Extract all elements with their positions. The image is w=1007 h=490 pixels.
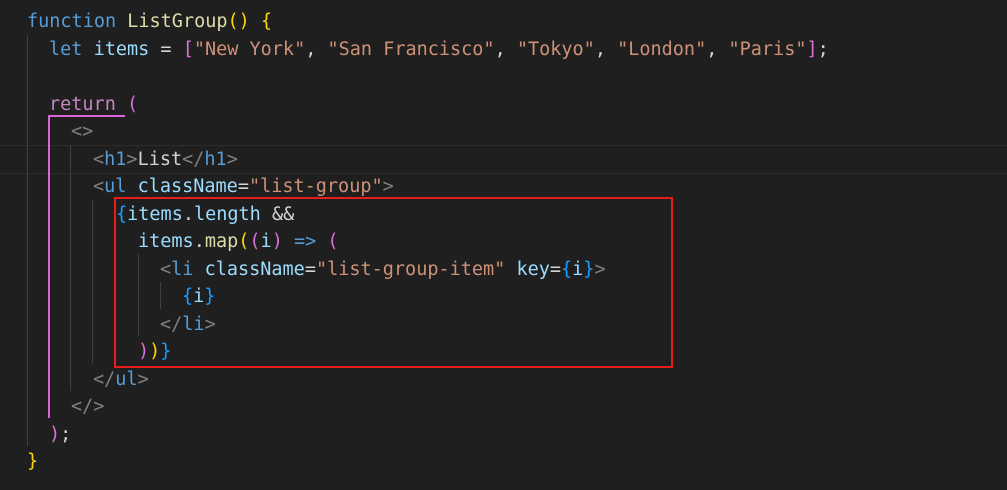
- tag-lt: <: [160, 258, 172, 280]
- jsx-expr-open: {: [182, 286, 194, 307]
- items-variable: items: [138, 231, 194, 252]
- code-line-16: );: [49, 421, 71, 448]
- tag-close-gt: >: [226, 148, 238, 170]
- attr-eq: =: [304, 258, 316, 280]
- comma: ,: [706, 38, 718, 60]
- arg-close-paren: ): [271, 231, 283, 252]
- tag-lt: <: [93, 176, 105, 197]
- tag-h1: h1: [104, 148, 127, 170]
- string-item-2: "San Francisco": [327, 38, 495, 60]
- body-close-paren: ): [138, 341, 150, 362]
- keyword-return: return: [49, 93, 116, 115]
- indent-guide-fragment: [70, 145, 71, 391]
- semicolon: ;: [817, 38, 829, 60]
- code-line-14: </ul>: [93, 366, 149, 393]
- tag-lt: <: [93, 148, 105, 170]
- fragment-open: <>: [71, 121, 94, 142]
- jsx-expr-open: {: [116, 203, 128, 225]
- tag-gt: >: [382, 176, 394, 197]
- fragment-close: </>: [71, 396, 105, 417]
- tag-close-lt: </: [93, 368, 116, 390]
- code-line-10: <li className="list-group-item" key={i}>: [160, 256, 606, 283]
- attr-key: key: [516, 258, 550, 280]
- code-line-6: <h1>List</h1>: [93, 146, 238, 173]
- code-line-13: ))}: [138, 338, 171, 365]
- code-line-9: items.map((i) => (: [138, 228, 339, 255]
- code-line-17: }: [27, 448, 38, 475]
- items-variable: items: [93, 38, 150, 60]
- tag-h1-close: h1: [204, 148, 227, 170]
- tag-li: li: [171, 258, 194, 280]
- attr-classname: className: [204, 258, 305, 280]
- dot: .: [193, 231, 205, 252]
- code-editor[interactable]: function ListGroup() { let items = ["New…: [0, 0, 1007, 490]
- assign-op: =: [160, 38, 172, 60]
- function-name: ListGroup: [127, 11, 228, 32]
- code-line-1: function ListGroup() {: [27, 8, 272, 35]
- open-brace: {: [260, 11, 273, 32]
- keyword-function: function: [27, 11, 117, 32]
- code-line-4: return (: [49, 91, 138, 118]
- dot: .: [182, 203, 194, 225]
- comma: ,: [594, 38, 606, 60]
- arg-open-paren: (: [249, 231, 261, 252]
- heading-text: List: [137, 148, 183, 170]
- tag-ul: ul: [104, 176, 127, 197]
- code-line-7: <ul className="list-group">: [93, 173, 394, 200]
- tag-close-gt: >: [137, 368, 149, 390]
- code-line-8: {items.length &&: [116, 201, 294, 228]
- code-line-12: </li>: [160, 311, 216, 338]
- string-item-1: "New York": [193, 38, 306, 60]
- array-close: ]: [806, 38, 818, 60]
- tag-close-gt: >: [204, 313, 216, 335]
- return-close-paren: ): [49, 423, 61, 445]
- attr-classname: className: [137, 176, 238, 197]
- tag-close-lt: </: [160, 313, 183, 335]
- jsx-expr-open: {: [561, 258, 573, 280]
- attr-eq: =: [549, 258, 562, 280]
- comma: ,: [305, 38, 317, 60]
- keyword-let: let: [49, 38, 83, 60]
- arrow: =>: [293, 231, 317, 252]
- jsx-expr-close: }: [160, 341, 172, 362]
- jsx-expr-close: }: [204, 286, 216, 307]
- comma: ,: [494, 38, 506, 60]
- tag-gt: >: [594, 258, 606, 280]
- string-item-4: "London": [617, 38, 707, 60]
- body-open-paren: (: [327, 231, 339, 252]
- tag-ul-close: ul: [115, 368, 138, 390]
- close-brace: }: [27, 451, 39, 472]
- arg-i: i: [260, 231, 272, 252]
- string-item-5: "Paris": [728, 38, 807, 60]
- jsx-expr-close: }: [583, 258, 595, 280]
- attr-value: "list-group": [248, 176, 383, 197]
- arg-i: i: [193, 286, 205, 307]
- string-item-3: "Tokyo": [516, 38, 595, 60]
- code-line-11: {i}: [182, 283, 215, 310]
- code-line-2: let items = ["New York", "San Francisco"…: [49, 36, 829, 63]
- map-method: map: [204, 231, 239, 252]
- indent-guide-ul: [92, 200, 93, 364]
- indent-guide-return-active: [48, 117, 50, 418]
- arg-i: i: [572, 258, 584, 280]
- items-variable: items: [127, 203, 183, 225]
- code-line-15: </>: [71, 393, 104, 420]
- map-open-paren: (: [238, 231, 250, 252]
- tag-gt: >: [126, 148, 138, 170]
- code-line-5: <>: [71, 118, 93, 145]
- and-operator: &&: [271, 203, 295, 225]
- attr-value: "list-group-item": [315, 258, 506, 280]
- attr-eq: =: [237, 176, 249, 197]
- semicolon: ;: [60, 423, 72, 445]
- length-property: length: [193, 203, 261, 225]
- tag-close-lt: </: [182, 148, 205, 170]
- indent-guide-function-body: [27, 35, 28, 446]
- map-close-paren: ): [149, 341, 161, 362]
- array-open: [: [182, 38, 194, 60]
- params-parens: (): [227, 11, 250, 32]
- return-open-paren: (: [126, 93, 139, 115]
- tag-li-close: li: [182, 313, 205, 335]
